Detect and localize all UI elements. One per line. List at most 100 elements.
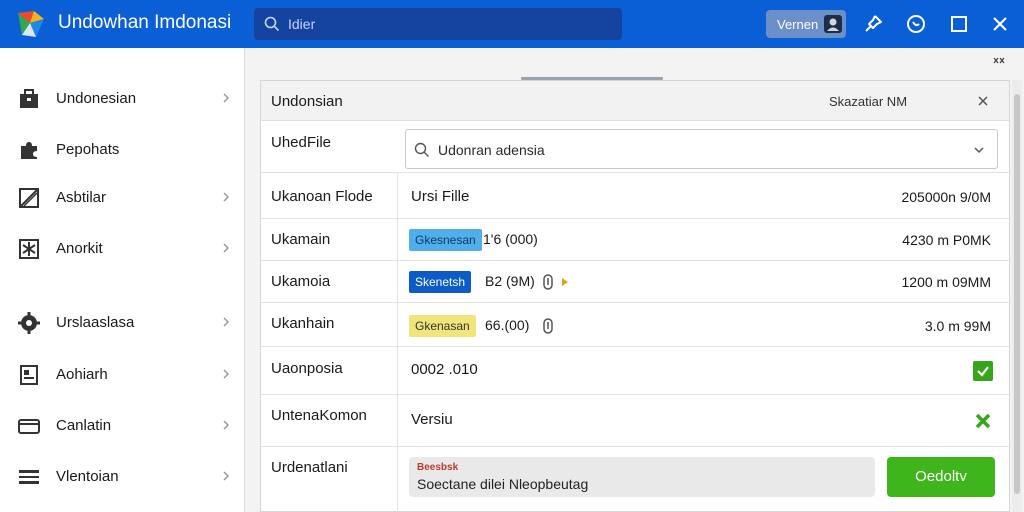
column-divider (397, 261, 398, 302)
search-icon (414, 142, 429, 157)
notice-text: Soectane dilei Nleopbeutag (417, 476, 589, 492)
main-content: Undonsian Skazatiar NM UhedFile Udonran … (246, 48, 1024, 512)
sidebar-item-label: Pepohats (56, 141, 120, 158)
status-badge: Gkenasan (409, 315, 476, 337)
sidebar-item-aohiarh[interactable]: Aohiarh (0, 355, 245, 395)
column-divider (397, 173, 398, 218)
briefcase-icon (20, 89, 38, 108)
sidebar-item-label: Canlatin (56, 417, 112, 434)
puzzle-icon (21, 142, 37, 159)
row-key: Ukamoia (271, 273, 331, 290)
combo-value: Udonran adensia (438, 142, 545, 158)
user-icon (827, 18, 839, 31)
row-count: 66.(00) (485, 317, 530, 333)
play-icon[interactable] (561, 277, 569, 287)
detail-panel: Undonsian Skazatiar NM UhedFile Udonran … (260, 80, 1010, 512)
row-count: 1'6 (000) (483, 231, 538, 247)
sidebar-item-undonesian[interactable]: Undonesian (0, 79, 245, 119)
table-row[interactable]: Ukamoia Skenetsh B2 (9M) 1200 m 09MM (261, 261, 1009, 303)
version-button[interactable]: Vernen (766, 10, 846, 38)
row-value: Versiu (411, 411, 453, 428)
column-divider (397, 219, 398, 260)
status-badge: Gkesnesan (409, 229, 482, 251)
asterisk-icon (19, 239, 39, 259)
chevron-right-icon (223, 243, 230, 253)
row-key: Ukamain (271, 231, 331, 248)
collapse-icon[interactable] (991, 56, 1007, 66)
sidebar-item-label: Vlentoian (56, 468, 119, 485)
column-divider (397, 395, 398, 446)
sidebar-item-label: Urslaaslasa (56, 314, 135, 331)
sidebar-item-vlentoian[interactable]: Vlentoian (0, 457, 245, 497)
row-value: Ursi Fille (411, 188, 470, 205)
file-row: UhedFile Udonran adensia (261, 121, 1009, 173)
status-row: Uaonposia 0002 .010 (261, 347, 1009, 395)
table-row[interactable]: Ukamain Gkesnesan 1'6 (000) 4230 m P0MK (261, 219, 1009, 261)
row-size: 1200 m 09MM (901, 274, 991, 290)
checkbox[interactable] (973, 361, 993, 381)
scrollbar-thumb[interactable] (1014, 94, 1020, 494)
table-header-row: Ukanoan Flode Ursi Fille 205000n 9/0M (261, 173, 1009, 219)
maximize-icon[interactable] (947, 12, 971, 36)
row-size: 3.0 m 99M (924, 318, 991, 334)
card-icon (18, 419, 40, 434)
chevron-right-icon (223, 93, 230, 103)
sidebar-item-label: Anorkit (56, 240, 103, 257)
slash-icon (19, 188, 39, 208)
document-icon (20, 365, 38, 385)
chevron-right-icon (223, 420, 230, 430)
column-divider (397, 303, 398, 346)
file-combobox[interactable]: Udonran adensia (405, 129, 998, 169)
chevron-right-icon (223, 471, 230, 481)
row-key: Urdenatlani (271, 459, 348, 476)
column-divider (397, 347, 398, 394)
column-divider (397, 447, 398, 512)
row-size: 205000n 9/0M (901, 189, 991, 205)
panel-meta: Skazatiar NM (829, 94, 908, 109)
row-key: Ukanhain (271, 315, 335, 332)
remove-icon[interactable] (973, 411, 993, 431)
sidebar-item-label: Asbtilar (56, 189, 107, 206)
chevron-down-icon (974, 147, 984, 154)
row-key: UntenaKomon (271, 407, 367, 424)
sidebar-item-anorkit[interactable]: Anorkit (0, 229, 245, 269)
attachment-icon[interactable] (543, 274, 553, 290)
row-key: Uaonposia (271, 360, 343, 377)
sidebar-item-canlatin[interactable]: Canlatin (0, 406, 245, 446)
attachment-icon[interactable] (543, 318, 553, 334)
scrollbar[interactable] (1012, 80, 1022, 512)
avatar (824, 15, 842, 33)
app-title: Undowhan Imdonasi (58, 12, 232, 33)
row-count: B2 (9M) (485, 273, 535, 289)
action-button[interactable]: Oedoltv (887, 457, 995, 497)
chat-icon[interactable] (904, 12, 928, 36)
row-size: 4230 m P0MK (902, 232, 991, 248)
title-bar: Undowhan Imdonasi Vernen (0, 0, 1024, 48)
pin-icon[interactable] (861, 12, 885, 36)
search-icon (264, 16, 280, 32)
row-key: Ukanoan Flode (271, 188, 373, 205)
search-input[interactable] (288, 13, 608, 35)
sidebar: Undonesian Pepohats Asbtilar Anorkit Urs… (0, 48, 245, 512)
panel-title: Undonsian (271, 93, 343, 110)
notice-row: Urdenatlani Beesbsk Soectane dilei Nleop… (261, 447, 1009, 512)
search-box[interactable] (254, 8, 622, 40)
status-badge: Skenetsh (409, 271, 472, 293)
chevron-right-icon (223, 317, 230, 327)
close-icon[interactable] (977, 95, 989, 107)
close-icon[interactable] (988, 12, 1012, 36)
sidebar-item-urslaaslasa[interactable]: Urslaaslasa (0, 303, 245, 343)
table-row[interactable]: Ukanhain Gkenasan 66.(00) 3.0 m 99M (261, 303, 1009, 347)
chevron-right-icon (223, 192, 230, 202)
chevron-right-icon (223, 369, 230, 379)
gear-icon (18, 312, 40, 334)
row-value: 0002 .010 (411, 361, 478, 378)
menu-icon (19, 470, 39, 484)
row-key: UhedFile (271, 134, 332, 151)
panel-header: Undonsian Skazatiar NM (261, 81, 1009, 121)
sidebar-item-label: Undonesian (56, 90, 137, 107)
sidebar-item-pepohats[interactable]: Pepohats (0, 130, 245, 170)
sidebar-item-asbtilar[interactable]: Asbtilar (0, 178, 245, 218)
sidebar-item-label: Aohiarh (56, 366, 108, 383)
version-row: UntenaKomon Versiu (261, 395, 1009, 447)
